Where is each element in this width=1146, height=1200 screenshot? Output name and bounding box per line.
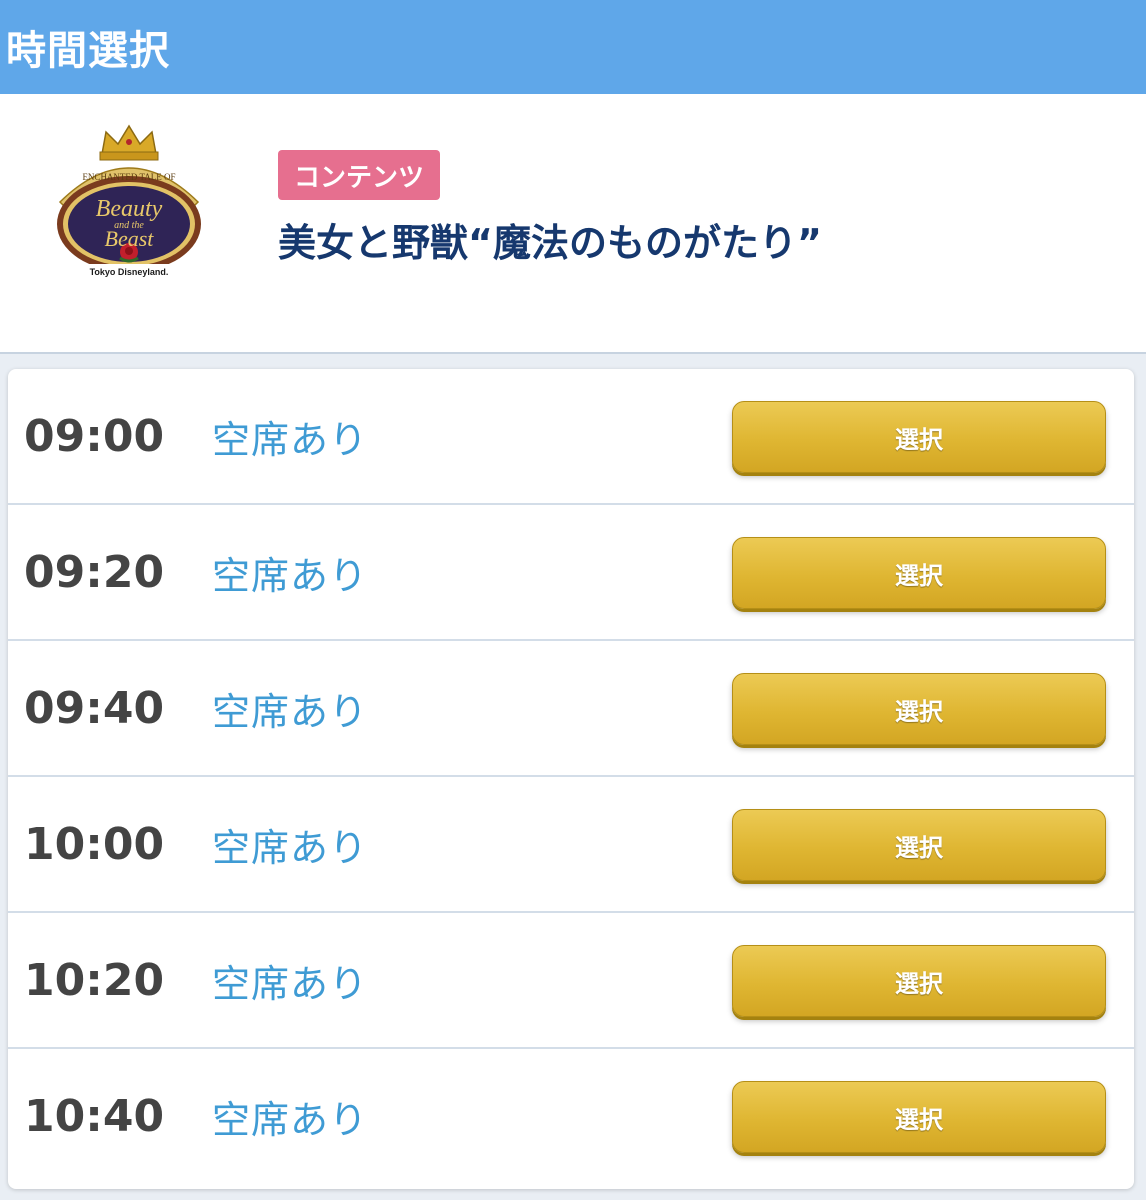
logo-text-beauty: Beauty [96, 196, 163, 222]
select-button[interactable]: 選択 [732, 673, 1106, 745]
slot-time: 09:40 [24, 682, 165, 734]
time-slot-row: 09:00 空席あり 選択 [8, 369, 1134, 505]
logo-text-top: ENCHANTED TALE OF [82, 172, 175, 182]
top-bar: 時間選択 [0, 0, 1146, 94]
slot-time: 09:00 [24, 410, 165, 462]
time-slot-row: 10:20 空席あり 選択 [8, 913, 1134, 1049]
page-title: 時間選択 [6, 28, 170, 74]
slot-availability: 空席あり [212, 689, 369, 734]
select-button[interactable]: 選択 [732, 809, 1106, 881]
time-slot-row: 10:00 空席あり 選択 [8, 777, 1134, 913]
content-header: ENCHANTED TALE OF Beauty and the Beast T… [0, 94, 1146, 352]
slot-availability: 空席あり [212, 553, 369, 598]
select-button[interactable]: 選択 [732, 401, 1106, 473]
slot-availability: 空席あり [212, 417, 369, 462]
logo-text-beast: Beast [105, 226, 155, 251]
logo-text-tokyo-disneyland: Tokyo Disneyland. [90, 267, 169, 277]
slot-availability: 空席あり [212, 1097, 369, 1142]
time-slot-row: 09:40 空席あり 選択 [8, 641, 1134, 777]
beauty-and-the-beast-logo: ENCHANTED TALE OF Beauty and the Beast T… [57, 124, 201, 278]
slot-time: 09:20 [24, 546, 165, 598]
time-slot-row: 09:20 空席あり 選択 [8, 505, 1134, 641]
slot-time: 10:40 [24, 1090, 165, 1142]
slot-time: 10:20 [24, 954, 165, 1006]
time-slot-list: 09:00 空席あり 選択 09:20 空席あり 選択 09:40 空席あり 選… [8, 369, 1134, 1189]
select-button[interactable]: 選択 [732, 945, 1106, 1017]
crown-icon [99, 124, 159, 161]
show-title: 美女と野獣“魔法のものがたり” [278, 221, 822, 265]
slot-time: 10:00 [24, 818, 165, 870]
time-slot-row: 10:40 空席あり 選択 [8, 1049, 1134, 1185]
content-badge: コンテンツ [278, 150, 441, 200]
slot-availability: 空席あり [212, 961, 369, 1006]
slot-availability: 空席あり [212, 825, 369, 870]
select-button[interactable]: 選択 [732, 1081, 1106, 1153]
select-button[interactable]: 選択 [732, 537, 1106, 609]
